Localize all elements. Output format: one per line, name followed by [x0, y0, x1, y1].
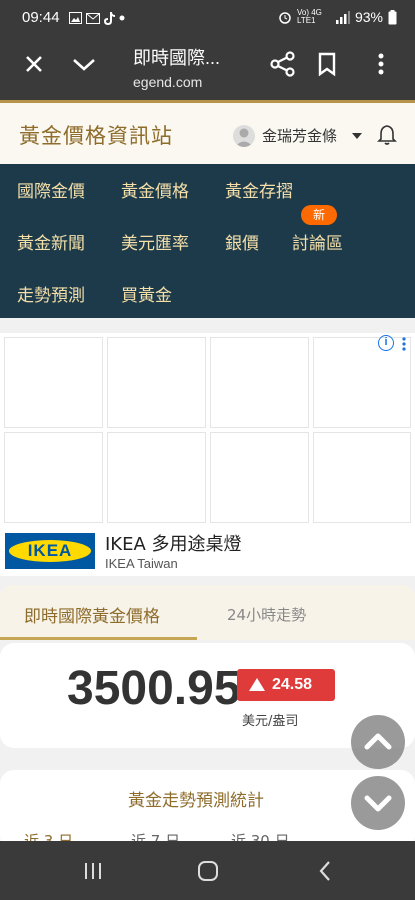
tiktok-icon — [104, 11, 115, 25]
signal-icon — [335, 10, 350, 24]
page-url[interactable]: egend.com — [133, 74, 202, 90]
ad-advertiser[interactable]: IKEA Taiwan — [105, 556, 178, 571]
ad-image-tile[interactable] — [107, 432, 206, 523]
status-time: 09:44 — [22, 9, 60, 26]
ad-image-tile[interactable] — [313, 337, 411, 428]
ad-image-tile[interactable] — [210, 337, 309, 428]
battery-icon — [388, 9, 397, 24]
share-icon[interactable] — [269, 50, 297, 78]
browser-chrome: 09:44 Vo) 4G LTE1 93% 即時國際... egend.com — [0, 0, 415, 100]
close-icon[interactable] — [20, 50, 48, 78]
ad-info-icon[interactable]: i — [378, 335, 394, 351]
scroll-down-button[interactable] — [351, 776, 405, 830]
ad-image-tile[interactable] — [313, 432, 411, 523]
new-badge: 新 — [301, 205, 337, 225]
recent-apps-icon[interactable] — [81, 859, 105, 883]
site-title[interactable]: 黃金價格資訊站 — [19, 120, 173, 150]
up-arrow-icon — [249, 678, 265, 691]
notification-icons — [69, 11, 139, 25]
avatar[interactable] — [233, 125, 255, 147]
nav-item-buy-gold[interactable]: 買黃金 — [121, 281, 172, 306]
bell-icon[interactable] — [376, 124, 398, 146]
more-vert-icon[interactable] — [367, 50, 395, 78]
image-icon — [69, 12, 82, 24]
battery-percent: 93% — [354, 9, 383, 25]
status-bar: 09:44 Vo) 4G LTE1 93% — [0, 0, 415, 36]
tab-realtime-price[interactable]: 即時國際黃金價格 — [24, 602, 160, 627]
price-unit: 美元/盎司 — [242, 714, 299, 729]
nav-item-usd-rate[interactable]: 美元匯率 — [121, 229, 189, 254]
site-header: 黃金價格資訊站 金瑞芳金條 — [0, 100, 415, 164]
bookmark-icon[interactable] — [313, 50, 341, 78]
dot-icon — [119, 15, 125, 21]
chevron-down-icon[interactable] — [70, 50, 98, 78]
nav-item-silver-price[interactable]: 銀價 — [225, 229, 259, 254]
ad-image-tile[interactable] — [4, 337, 103, 428]
ad-image-tile[interactable] — [210, 432, 309, 523]
nav-item-gold-news[interactable]: 黃金新聞 — [17, 229, 85, 254]
nav-item-forum[interactable]: 討論區 — [292, 229, 343, 254]
nav-item-gold-price[interactable]: 黃金價格 — [121, 177, 189, 202]
ad-image-tile[interactable] — [107, 337, 206, 428]
ad-more-icon[interactable] — [401, 337, 407, 351]
nav-item-international-gold[interactable]: 國際金價 — [17, 177, 85, 202]
back-icon[interactable] — [314, 859, 338, 883]
nav-item-gold-passbook[interactable]: 黃金存摺 — [225, 177, 293, 202]
tab-24h-trend[interactable]: 24小時走勢 — [227, 604, 306, 625]
tab-underline — [0, 637, 197, 640]
page-title[interactable]: 即時國際... — [133, 44, 220, 70]
price-change-badge: 24.58 — [237, 669, 335, 701]
user-icon — [235, 128, 253, 147]
nav-item-trend-forecast[interactable]: 走勢預測 — [17, 281, 85, 306]
home-icon[interactable] — [196, 859, 220, 883]
ikea-logo[interactable]: IKEA — [5, 533, 95, 569]
browser-toolbar: 即時國際... egend.com — [0, 36, 415, 96]
price-tabs: 即時國際黃金價格 24小時走勢 — [0, 585, 415, 640]
alarm-icon — [279, 12, 291, 24]
caret-down-icon[interactable] — [352, 133, 362, 139]
chevron-down-icon — [364, 795, 392, 812]
ad-image-tile[interactable] — [4, 432, 103, 523]
gmail-icon — [86, 12, 100, 24]
chevron-up-icon — [364, 733, 392, 750]
user-name[interactable]: 金瑞芳金條 — [262, 125, 337, 146]
price-change-value: 24.58 — [272, 676, 313, 693]
system-nav-bar — [0, 841, 415, 900]
gold-price-value: 3500.95 — [67, 662, 241, 715]
stats-title: 黃金走勢預測統計 — [128, 791, 264, 811]
status-right: Vo) 4G LTE1 93% — [278, 9, 397, 25]
ad-title[interactable]: IKEA 多用途桌燈 — [105, 530, 242, 556]
network-label: Vo) 4G LTE1 — [296, 8, 322, 25]
scroll-up-button[interactable] — [351, 715, 405, 769]
